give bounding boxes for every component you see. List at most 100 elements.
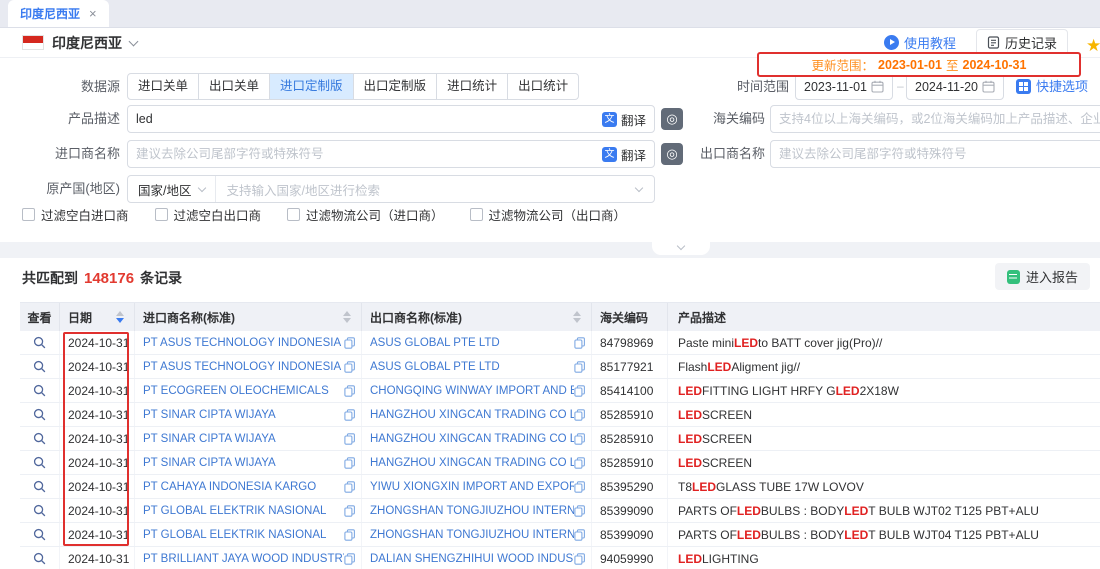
checkbox-icon[interactable] (155, 208, 168, 221)
view-record-button[interactable] (33, 384, 46, 397)
close-icon[interactable]: × (89, 6, 97, 21)
exporter-link[interactable]: DALIAN SHENGZHIHUI WOOD INDUST... (370, 553, 574, 565)
view-record-button[interactable] (33, 408, 46, 421)
star-icon[interactable]: ★ (1086, 36, 1100, 56)
origin-type-dropdown[interactable]: 国家/地区 (128, 176, 216, 202)
sort-carets[interactable] (116, 311, 124, 323)
exporter-link[interactable]: HANGZHOU XINGCAN TRADING CO LTD (370, 457, 574, 469)
sort-carets[interactable] (343, 311, 351, 323)
browser-tab-indonesia[interactable]: 印度尼西亚 × (8, 0, 109, 27)
exporter-link[interactable]: ASUS GLOBAL PTE LTD (370, 337, 500, 349)
copy-icon[interactable] (574, 337, 586, 349)
exporter-link[interactable]: YIWU XIONGXIN IMPORT AND EXPORT... (370, 481, 574, 493)
sort-asc-icon[interactable] (116, 311, 124, 316)
copy-icon[interactable] (344, 481, 356, 493)
datasource-tab-5[interactable]: 进口统计 (436, 73, 508, 100)
exporter-link[interactable]: ASUS GLOBAL PTE LTD (370, 361, 500, 373)
view-record-button[interactable] (33, 336, 46, 349)
datasource-tab-4[interactable]: 出口定制版 (353, 73, 438, 100)
copy-icon[interactable] (574, 457, 586, 469)
importer-link[interactable]: PT CAHAYA INDONESIA KARGO (143, 481, 316, 493)
checkbox-icon[interactable] (470, 208, 483, 221)
datasource-tab-3[interactable]: 进口定制版 (269, 73, 354, 100)
copy-icon[interactable] (344, 553, 356, 565)
product-desc-input[interactable] (136, 112, 602, 126)
sort-desc-icon[interactable] (573, 318, 581, 323)
exporter-link[interactable]: ZHONGSHAN TONGJIUZHOU INTERNA... (370, 529, 574, 541)
sort-asc-icon[interactable] (573, 311, 581, 316)
copy-icon[interactable] (574, 481, 586, 493)
chevron-down-icon[interactable] (129, 36, 139, 46)
exporter-link[interactable]: HANGZHOU XINGCAN TRADING CO LTD (370, 409, 574, 421)
exporter-input[interactable] (779, 147, 1100, 161)
column-header[interactable]: 日期 (60, 303, 135, 331)
copy-icon[interactable] (344, 409, 356, 421)
importer-cell: PT ECOGREEN OLEOCHEMICALS (135, 379, 362, 402)
view-record-button[interactable] (33, 504, 46, 517)
copy-icon[interactable] (344, 433, 356, 445)
copy-icon[interactable] (344, 457, 356, 469)
translate-button[interactable]: 文 翻译 (602, 145, 646, 164)
column-header[interactable]: 出口商名称(标准) (362, 303, 592, 331)
copy-icon[interactable] (574, 409, 586, 421)
sort-desc-icon[interactable] (116, 318, 124, 323)
checkbox-icon[interactable] (287, 208, 300, 221)
copy-icon[interactable] (574, 433, 586, 445)
filter-checkbox-1[interactable]: 过滤空白进口商 (22, 205, 129, 224)
hs-code-input[interactable] (779, 112, 1100, 126)
view-record-button[interactable] (33, 360, 46, 373)
date-from-input[interactable]: 2023-11-01 (795, 73, 893, 100)
importer-link[interactable]: PT BRILLIANT JAYA WOOD INDUSTRY (143, 553, 344, 565)
view-record-button[interactable] (33, 480, 46, 493)
sort-desc-icon[interactable] (343, 318, 351, 323)
sort-asc-icon[interactable] (343, 311, 351, 316)
origin-select[interactable]: 国家/地区 支持输入国家/地区进行检索 (127, 175, 655, 203)
copy-icon[interactable] (574, 361, 586, 373)
copy-icon[interactable] (344, 361, 356, 373)
exact-match-toggle[interactable]: ◎ (661, 143, 683, 165)
copy-icon[interactable] (344, 385, 356, 397)
importer-link[interactable]: PT SINAR CIPTA WIJAYA (143, 409, 276, 421)
tutorial-link[interactable]: 使用教程 (884, 33, 956, 52)
datasource-tab-2[interactable]: 出口关单 (198, 73, 270, 100)
copy-icon[interactable] (574, 553, 586, 565)
enter-report-button[interactable]: 进入报告 (995, 263, 1090, 290)
importer-link[interactable]: PT ASUS TECHNOLOGY INDONESIA BA... (143, 361, 344, 373)
hs-code: 85285910 (592, 427, 668, 450)
translate-button[interactable]: 文 翻译 (602, 110, 646, 129)
datasource-tab-1[interactable]: 进口关单 (127, 73, 199, 100)
filter-checkbox-3[interactable]: 过滤物流公司（进口商） (287, 205, 444, 224)
exact-match-toggle[interactable]: ◎ (661, 108, 683, 130)
importer-link[interactable]: PT SINAR CIPTA WIJAYA (143, 457, 276, 469)
importer-input[interactable] (136, 147, 602, 161)
browser-tab-title: 印度尼西亚 (20, 5, 80, 22)
importer-link[interactable]: PT GLOBAL ELEKTRIK NASIONAL (143, 529, 326, 541)
importer-link[interactable]: PT ASUS TECHNOLOGY INDONESIA BA... (143, 337, 344, 349)
hs-code: 85399090 (592, 499, 668, 522)
datasource-tab-6[interactable]: 出口统计 (507, 73, 579, 100)
exporter-link[interactable]: HANGZHOU XINGCAN TRADING CO LTD (370, 433, 574, 445)
collapse-form-button[interactable] (652, 242, 710, 255)
view-record-button[interactable] (33, 528, 46, 541)
importer-link[interactable]: PT ECOGREEN OLEOCHEMICALS (143, 385, 329, 397)
copy-icon[interactable] (344, 337, 356, 349)
view-record-button[interactable] (33, 432, 46, 445)
view-record-button[interactable] (33, 456, 46, 469)
importer-link[interactable]: PT SINAR CIPTA WIJAYA (143, 433, 276, 445)
copy-icon[interactable] (344, 505, 356, 517)
exporter-link[interactable]: ZHONGSHAN TONGJIUZHOU INTERNA... (370, 505, 574, 517)
exporter-link[interactable]: CHONGQING WINWAY IMPORT AND E... (370, 385, 574, 397)
date-to-input[interactable]: 2024-11-20 (906, 73, 1004, 100)
copy-icon[interactable] (574, 505, 586, 517)
copy-icon[interactable] (574, 529, 586, 541)
copy-icon[interactable] (344, 529, 356, 541)
importer-link[interactable]: PT GLOBAL ELEKTRIK NASIONAL (143, 505, 326, 517)
column-header[interactable]: 进口商名称(标准) (135, 303, 362, 331)
checkbox-icon[interactable] (22, 208, 35, 221)
filter-checkbox-2[interactable]: 过滤空白出口商 (155, 205, 262, 224)
sort-carets[interactable] (573, 311, 581, 323)
filter-checkbox-4[interactable]: 过滤物流公司（出口商） (470, 205, 627, 224)
copy-icon[interactable] (574, 385, 586, 397)
view-record-button[interactable] (33, 552, 46, 565)
quick-options-link[interactable]: 快捷选项 (1016, 73, 1088, 100)
